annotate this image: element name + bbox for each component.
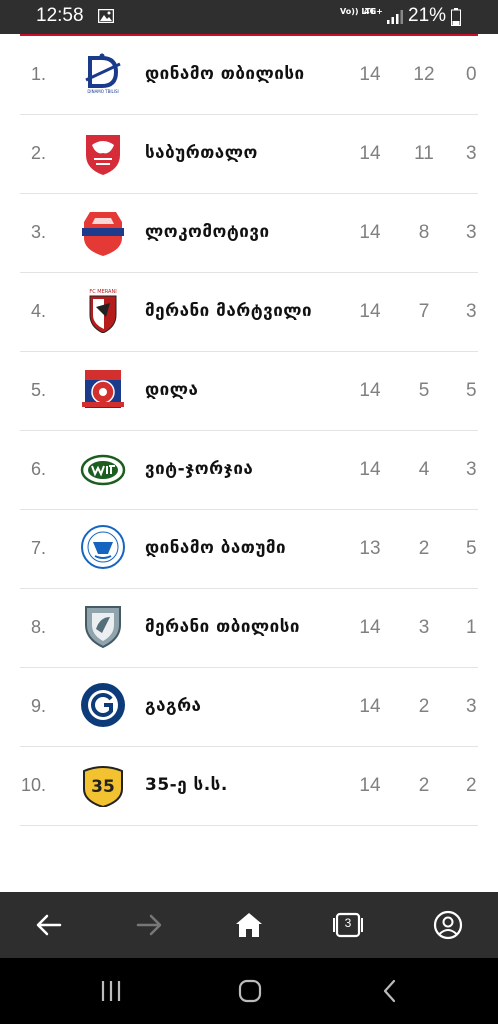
merani-martvili-logo: FC MERANI <box>89 289 117 333</box>
played: 14 <box>359 617 381 638</box>
draws: 5 <box>466 538 477 559</box>
wins: 5 <box>418 380 430 401</box>
rank: 2. <box>30 143 46 163</box>
rank: 5. <box>30 380 46 400</box>
draws: 3 <box>466 143 477 164</box>
team-name: ლოკომოტივი <box>145 222 270 242</box>
wins: 11 <box>414 143 434 164</box>
team-name: გაგრა <box>145 696 202 716</box>
table-row[interactable]: 8. მერანი თბილისი 14 3 1 <box>0 589 498 668</box>
table-row[interactable]: 5. დილა 14 5 5 <box>0 352 498 431</box>
back-arrow-icon[interactable] <box>32 908 66 942</box>
played: 14 <box>359 380 381 401</box>
played: 13 <box>359 538 381 559</box>
played: 14 <box>359 459 381 480</box>
table-row[interactable]: 7. დინამო ბათუმი 13 2 5 <box>0 510 498 589</box>
draws: 1 <box>466 617 477 638</box>
status-bar: 12:58 Vo)) LTE 4G+ 21% <box>0 0 498 34</box>
table-row[interactable]: 6. ვიტ-ჯორჯია 14 4 3 <box>0 431 498 510</box>
wins: 12 <box>413 64 435 85</box>
rank: 4. <box>30 301 46 321</box>
dinamo-tbilisi-logo: DINAMO TBILISI <box>85 53 121 94</box>
draws: 2 <box>466 775 477 796</box>
table-row[interactable]: 10. 35 35-ე ს.ს. 14 2 2 <box>0 747 498 826</box>
draws: 3 <box>466 696 477 717</box>
saburtalo-logo <box>86 135 120 175</box>
draws: 3 <box>466 222 477 243</box>
home-circle-icon[interactable] <box>235 978 265 1004</box>
table-row[interactable]: 2. საბურთალო 14 11 3 <box>0 115 498 194</box>
recent-apps-icon[interactable] <box>96 978 126 1004</box>
row-divider <box>20 825 478 826</box>
team-name: 35-ე ს.ს. <box>145 775 228 795</box>
rank: 1. <box>30 64 46 84</box>
team-name: მერანი მარტვილი <box>145 301 313 321</box>
table-row[interactable]: 4. FC MERANI მერანი მარტვილი 14 7 3 <box>0 273 498 352</box>
dinamo-batumi-logo <box>81 525 125 569</box>
rank: 6. <box>30 459 46 479</box>
rank: 8. <box>30 617 46 637</box>
network-type-indicator: 4G+ <box>364 7 383 16</box>
status-time: 12:58 <box>36 5 84 26</box>
rank: 10. <box>20 775 46 795</box>
logo-text: DINAMO TBILISI <box>87 89 118 94</box>
forward-arrow-icon[interactable] <box>132 908 166 942</box>
table-row[interactable]: 9. გაგრა 14 2 3 <box>0 668 498 747</box>
draws: 3 <box>466 459 477 480</box>
system-navigation-bar <box>0 958 498 1024</box>
tabs-count: 3 <box>344 916 352 930</box>
played: 14 <box>359 696 381 717</box>
signal-strength-icon <box>387 10 403 24</box>
wins: 2 <box>418 696 430 717</box>
gallery-notification-icon <box>98 9 114 23</box>
team-name: დინამო ბათუმი <box>145 538 287 558</box>
team-name: საბურთალო <box>145 143 258 163</box>
gagra-logo <box>81 683 125 727</box>
played: 14 <box>359 64 381 85</box>
back-chevron-icon[interactable] <box>375 978 405 1004</box>
logo-text: 35 <box>91 777 115 797</box>
draws: 3 <box>466 301 477 322</box>
account-icon[interactable] <box>431 908 465 942</box>
draws: 5 <box>466 380 477 401</box>
wins: 7 <box>418 301 430 322</box>
team-name: დილა <box>145 380 199 400</box>
wit-georgia-logo <box>80 454 126 486</box>
battery-icon <box>451 8 461 26</box>
wins: 2 <box>418 775 430 796</box>
played: 14 <box>359 775 381 796</box>
logo-text: FC MERANI <box>89 289 116 295</box>
rank: 3. <box>30 222 46 242</box>
table-row[interactable]: 3. ლოკომოტივი 14 8 3 <box>0 194 498 273</box>
dila-logo <box>82 370 124 408</box>
team-name: ვიტ-ჯორჯია <box>145 459 254 479</box>
wins: 3 <box>418 617 430 638</box>
draws: 0 <box>466 64 477 85</box>
merani-tbilisi-logo <box>85 606 121 649</box>
team-name: მერანი თბილისი <box>145 617 300 637</box>
browser-toolbar: 3 <box>0 892 498 958</box>
home-icon[interactable] <box>232 908 266 942</box>
lokomotivi-logo <box>82 212 124 256</box>
rank: 7. <box>30 538 46 558</box>
wins: 4 <box>418 459 430 480</box>
played: 14 <box>359 143 381 164</box>
wins: 2 <box>418 538 430 559</box>
played: 14 <box>359 222 381 243</box>
team-name: დინამო თბილისი <box>145 64 305 84</box>
battery-percent: 21% <box>408 5 447 26</box>
35-school-logo: 35 <box>83 766 123 807</box>
played: 14 <box>359 301 381 322</box>
rank: 9. <box>30 696 46 716</box>
table-row[interactable]: 1. DINAMO TBILISI დინამო თბილისი 14 12 0 <box>0 36 498 115</box>
wins: 8 <box>418 222 430 243</box>
tabs-button[interactable]: 3 <box>331 908 365 942</box>
